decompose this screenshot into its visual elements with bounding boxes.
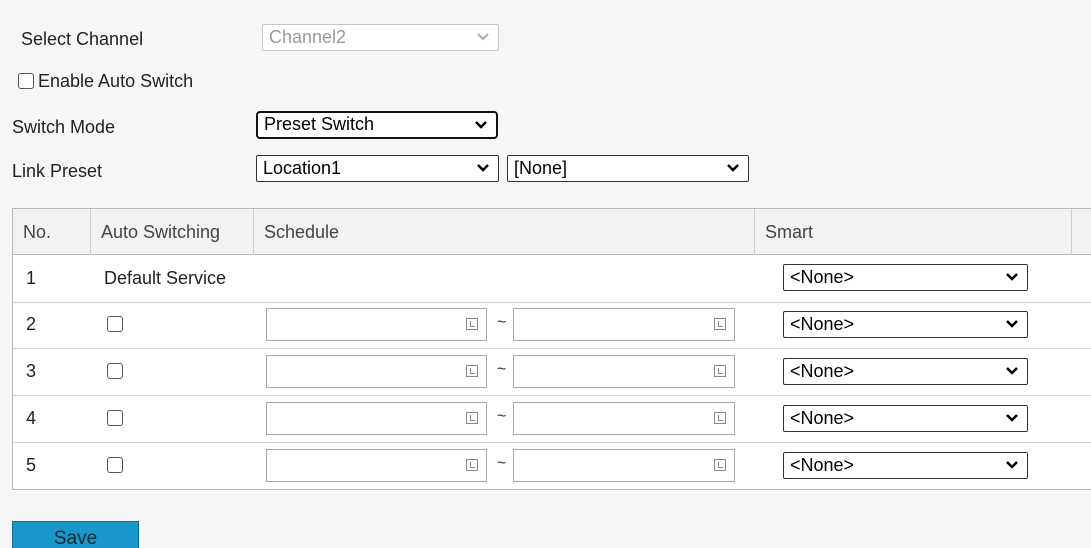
table-row: 3 ~ <None> [13,349,1091,396]
smart-select-value: <None> [790,314,855,334]
schedule-start-input[interactable] [266,308,487,341]
enable-auto-switch-checkbox[interactable] [18,73,34,89]
header-no: No. [13,209,91,255]
chevron-down-icon [1006,367,1018,375]
table-row: 2 ~ <None> [13,302,1091,349]
smart-select-value: <None> [790,361,855,381]
schedule-end-input[interactable] [513,355,735,388]
header-schedule: Schedule [254,209,755,255]
schedule-end-input[interactable] [513,402,735,435]
schedule-start-input[interactable] [266,402,487,435]
chevron-down-icon [475,121,487,129]
table-row: 5 ~ <None> [13,443,1091,490]
calendar-icon[interactable] [466,412,478,424]
smart-select[interactable]: <None> [783,405,1028,432]
chevron-down-icon [1006,320,1018,328]
enable-auto-switch-label: Enable Auto Switch [38,71,194,91]
table-row: 1 Default Service <None> [13,256,1091,303]
link-preset-secondary-select[interactable]: [None] [507,155,749,182]
chevron-down-icon [1006,273,1018,281]
smart-select-value: <None> [790,408,855,428]
chevron-down-icon [477,164,489,172]
chevron-down-icon [727,164,739,172]
smart-select[interactable]: <None> [783,311,1028,338]
row-number: 5 [26,455,37,475]
table-row: 4 ~ <None> [13,396,1091,443]
calendar-icon[interactable] [714,365,726,377]
save-button[interactable]: Save [12,521,139,548]
schedule-end-input[interactable] [513,449,735,482]
row-number: 3 [26,361,37,381]
switch-mode-select-value: Preset Switch [264,114,375,134]
header-auto-switching: Auto Switching [91,209,254,255]
row-number: 4 [26,408,37,428]
schedule-end-input[interactable] [513,308,735,341]
link-preset-label: Link Preset [12,161,103,181]
auto-switching-checkbox[interactable] [107,316,123,332]
auto-switching-checkbox[interactable] [107,363,123,379]
schedule-separator: ~ [497,455,507,472]
channel-select[interactable]: Channel2 [262,24,499,51]
calendar-icon[interactable] [466,459,478,471]
chevron-down-icon [477,33,489,41]
header-smart: Smart [755,209,1072,255]
table-header: No. Auto Switching Schedule Smart [13,209,1091,255]
auto-switching-checkbox[interactable] [107,457,123,473]
smart-select-value: <None> [790,267,855,287]
switch-mode-select[interactable]: Preset Switch [256,111,498,139]
auto-switching-checkbox[interactable] [107,410,123,426]
default-service-label: Default Service [104,268,227,288]
smart-select[interactable]: <None> [783,358,1028,385]
schedule-separator: ~ [497,314,507,331]
calendar-icon[interactable] [714,318,726,330]
calendar-icon[interactable] [714,412,726,424]
smart-select[interactable]: <None> [783,452,1028,479]
schedule-start-input[interactable] [266,355,487,388]
auto-switch-table: No. Auto Switching Schedule Smart 1 Defa… [12,208,1091,490]
select-channel-label: Select Channel [21,29,144,49]
smart-select-value: <None> [790,455,855,475]
link-preset-select[interactable]: Location1 [256,155,499,182]
row-number: 2 [26,314,37,334]
chevron-down-icon [1006,461,1018,469]
chevron-down-icon [1006,414,1018,422]
calendar-icon[interactable] [466,318,478,330]
link-preset-select-value: Location1 [263,158,342,178]
calendar-icon[interactable] [714,459,726,471]
link-preset-secondary-select-value: [None] [514,158,568,178]
channel-select-value: Channel2 [269,27,347,47]
switch-mode-label: Switch Mode [12,117,116,137]
calendar-icon[interactable] [466,365,478,377]
smart-select[interactable]: <None> [783,264,1028,291]
schedule-separator: ~ [497,408,507,425]
schedule-start-input[interactable] [266,449,487,482]
row-number: 1 [26,268,37,288]
schedule-separator: ~ [497,361,507,378]
